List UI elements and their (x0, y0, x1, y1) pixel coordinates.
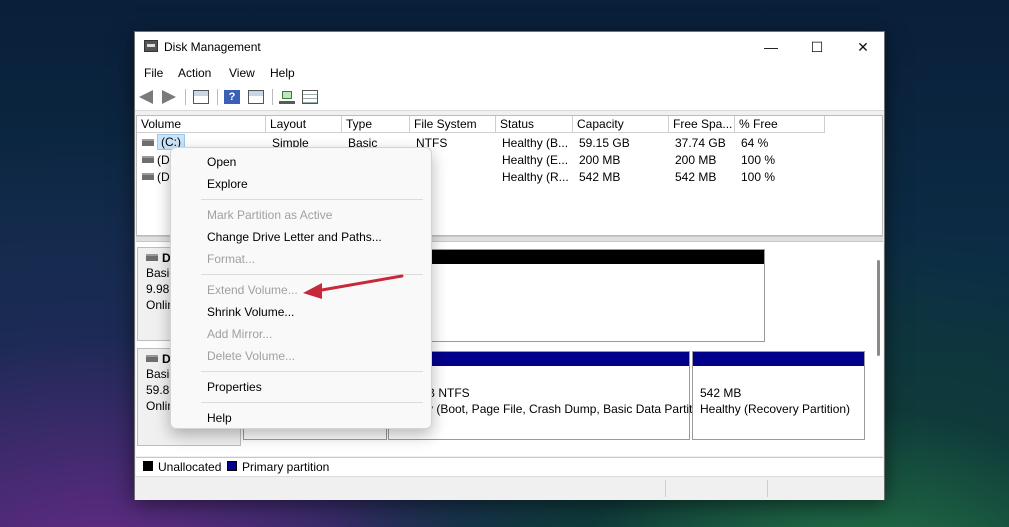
volume-percent-free: 100 % (741, 153, 776, 167)
partition-color-bar (387, 250, 764, 264)
back-arrow-icon[interactable] (139, 90, 153, 104)
menu-item-format: Format... (207, 252, 256, 266)
menu-item-add-mirror: Add Mirror... (207, 327, 273, 341)
column-header-volume[interactable]: Volume (137, 116, 266, 133)
properties-icon[interactable] (302, 90, 318, 104)
volume-free-space: 200 MB (675, 153, 717, 167)
toolbar-separator (272, 89, 273, 105)
partition-status: y (Boot, Page File, Crash Dump, Basic Da… (427, 402, 693, 416)
menu-item-change-drive-letter[interactable]: Change Drive Letter and Paths... (207, 230, 382, 244)
toolbar-separator (185, 89, 186, 105)
status-separator (767, 480, 768, 497)
column-header-layout[interactable]: Layout (266, 116, 342, 133)
close-button[interactable]: ✕ (840, 32, 886, 62)
volume-percent-free: 64 % (741, 136, 769, 150)
vertical-scrollbar[interactable] (877, 260, 880, 356)
menu-view[interactable]: View (229, 66, 255, 80)
partition-size-fs: B NTFS (427, 386, 470, 400)
partition-c-drive[interactable]: B NTFS y (Boot, Page File, Crash Dump, B… (388, 351, 693, 440)
menu-item-open[interactable]: Open (207, 155, 236, 169)
column-header-free-space[interactable]: Free Spa... (669, 116, 735, 133)
disk-icon (146, 355, 158, 362)
menu-item-mark-active: Mark Partition as Active (207, 208, 333, 222)
action-pane-icon[interactable] (248, 90, 264, 104)
toolbar: ? (135, 84, 884, 111)
volume-capacity: 542 MB (579, 170, 621, 184)
minimize-button[interactable]: — (748, 32, 794, 62)
menu-help[interactable]: Help (270, 66, 295, 80)
volume-capacity: 200 MB (579, 153, 621, 167)
menu-separator (201, 402, 423, 403)
menu-item-properties[interactable]: Properties (207, 380, 262, 394)
menu-bar: File Action View Help (135, 62, 884, 84)
context-menu-gutter (171, 148, 201, 428)
partition-recovery[interactable]: 542 MB Healthy (Recovery Partition) (692, 351, 865, 440)
volume-status: Healthy (E... (502, 153, 569, 167)
disk-management-icon (144, 40, 158, 52)
volume-status: Healthy (B... (502, 136, 569, 150)
menu-item-shrink-volume[interactable]: Shrink Volume... (207, 305, 294, 319)
legend-swatch-primary (227, 461, 237, 471)
menu-item-explore[interactable]: Explore (207, 177, 248, 191)
column-header-capacity[interactable]: Capacity (573, 116, 669, 133)
console-tree-icon[interactable] (193, 90, 209, 104)
volume-free-space: 37.74 GB (675, 136, 726, 150)
volume-free-space: 542 MB (675, 170, 717, 184)
disk-icon (146, 254, 158, 261)
legend-bar: Unallocated Primary partition (136, 457, 883, 476)
title-bar[interactable]: Disk Management — ☐ ✕ (135, 32, 884, 62)
menu-item-delete-volume: Delete Volume... (207, 349, 296, 363)
column-header-type[interactable]: Type (342, 116, 410, 133)
legend-label-primary: Primary partition (242, 460, 330, 474)
volume-percent-free: 100 % (741, 170, 776, 184)
column-header-file-system[interactable]: File System (410, 116, 496, 133)
volume-name: (D (157, 170, 170, 184)
menu-item-help[interactable]: Help (207, 411, 232, 425)
drive-icon (142, 139, 154, 146)
column-header-percent-free[interactable]: % Free (735, 116, 825, 133)
drive-icon (142, 156, 154, 163)
maximize-button[interactable]: ☐ (794, 32, 840, 62)
volume-status: Healthy (R... (502, 170, 569, 184)
legend-label-unallocated: Unallocated (158, 460, 222, 474)
help-icon[interactable]: ? (224, 90, 240, 104)
legend-swatch-unallocated (143, 461, 153, 471)
menu-separator (201, 274, 423, 275)
disk-size: 9.98 (146, 282, 170, 296)
drive-icon (142, 173, 154, 180)
menu-separator (201, 199, 423, 200)
partition-unallocated[interactable] (386, 249, 765, 342)
volume-name: (D (157, 153, 170, 167)
menu-separator (201, 371, 423, 372)
menu-action[interactable]: Action (178, 66, 211, 80)
partition-color-bar (693, 352, 864, 366)
toolbar-separator (217, 89, 218, 105)
status-separator (665, 480, 666, 497)
forward-arrow-icon[interactable] (162, 90, 176, 104)
context-menu: Open Explore Mark Partition as Active Ch… (170, 147, 432, 429)
menu-file[interactable]: File (144, 66, 163, 80)
window-title: Disk Management (164, 40, 261, 54)
volume-capacity: 59.15 GB (579, 136, 630, 150)
menu-item-extend-volume: Extend Volume... (207, 283, 298, 297)
partition-color-bar (389, 352, 689, 366)
status-bar (135, 476, 884, 500)
column-header-status[interactable]: Status (496, 116, 573, 133)
partition-status: Healthy (Recovery Partition) (700, 402, 851, 416)
connect-icon[interactable] (279, 90, 295, 104)
partition-size: 542 MB (700, 386, 742, 400)
